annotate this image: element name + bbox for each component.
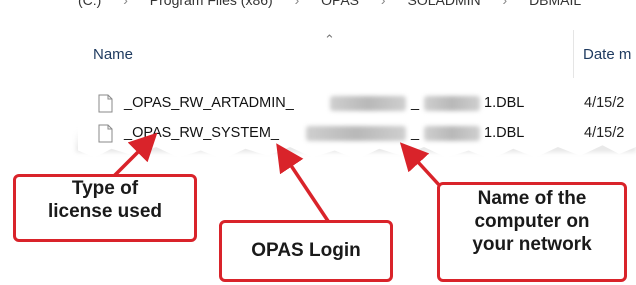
callout-line: computer on [474,211,590,233]
callout-line: license used [47,201,163,223]
callout-computer-name: Name of the computer on your network [437,182,627,282]
arrow-computer [399,142,442,188]
callout-line: Type of [71,178,139,199]
arrow-license [110,132,158,180]
callout-license-type: Type of license used [13,174,197,242]
arrow-login [276,143,332,225]
callout-opas-login: OPAS Login [219,220,393,282]
callout-line: OPAS Login [251,240,361,261]
callout-line: your network [472,234,592,256]
callout-line: Name of the [477,188,587,209]
